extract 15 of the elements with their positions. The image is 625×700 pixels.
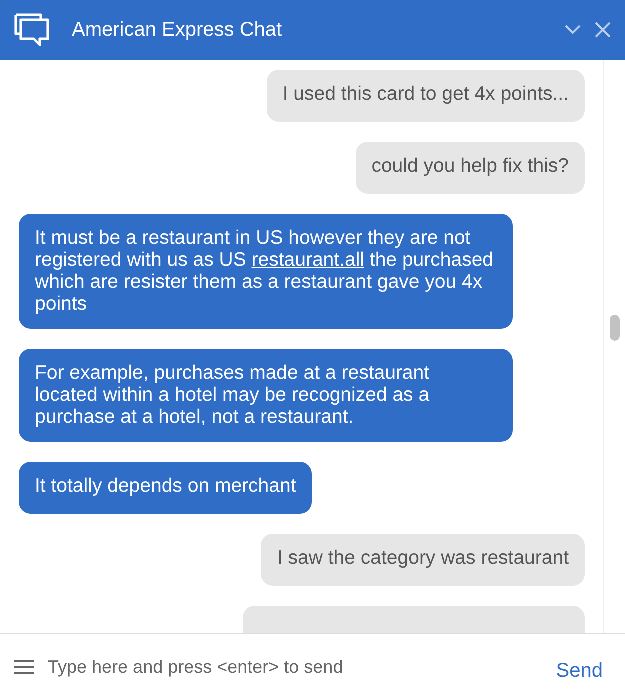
close-icon[interactable] xyxy=(595,22,611,38)
scrollbar-thumb[interactable] xyxy=(610,315,620,341)
send-button[interactable]: Send xyxy=(556,656,603,686)
link[interactable]: restaurant.all xyxy=(252,249,364,271)
chevron-down-icon[interactable] xyxy=(565,25,581,35)
message-text: It must be a restaurant in US however they are not registered with us as US restaurant.all the purchased which are resister them as a restaurant gave you 4x points xyxy=(35,227,494,315)
chat-icon xyxy=(14,13,50,47)
message-text: It totally depends on merchant xyxy=(35,475,296,497)
message-text: For example, purchases made at a restaurant located within a hotel may be recognized as a purchase at a hotel, not a restaurant. xyxy=(35,362,430,428)
menu-icon[interactable] xyxy=(14,659,34,675)
message-input[interactable]: Type here and press <enter> to send xyxy=(48,652,556,682)
message-text: I used this card to get 4x points... xyxy=(282,83,569,105)
message-text: could you help fix this? xyxy=(372,155,569,177)
window-title: American Express Chat xyxy=(72,18,284,42)
message-text: I saw the category was restaurant xyxy=(277,547,569,569)
